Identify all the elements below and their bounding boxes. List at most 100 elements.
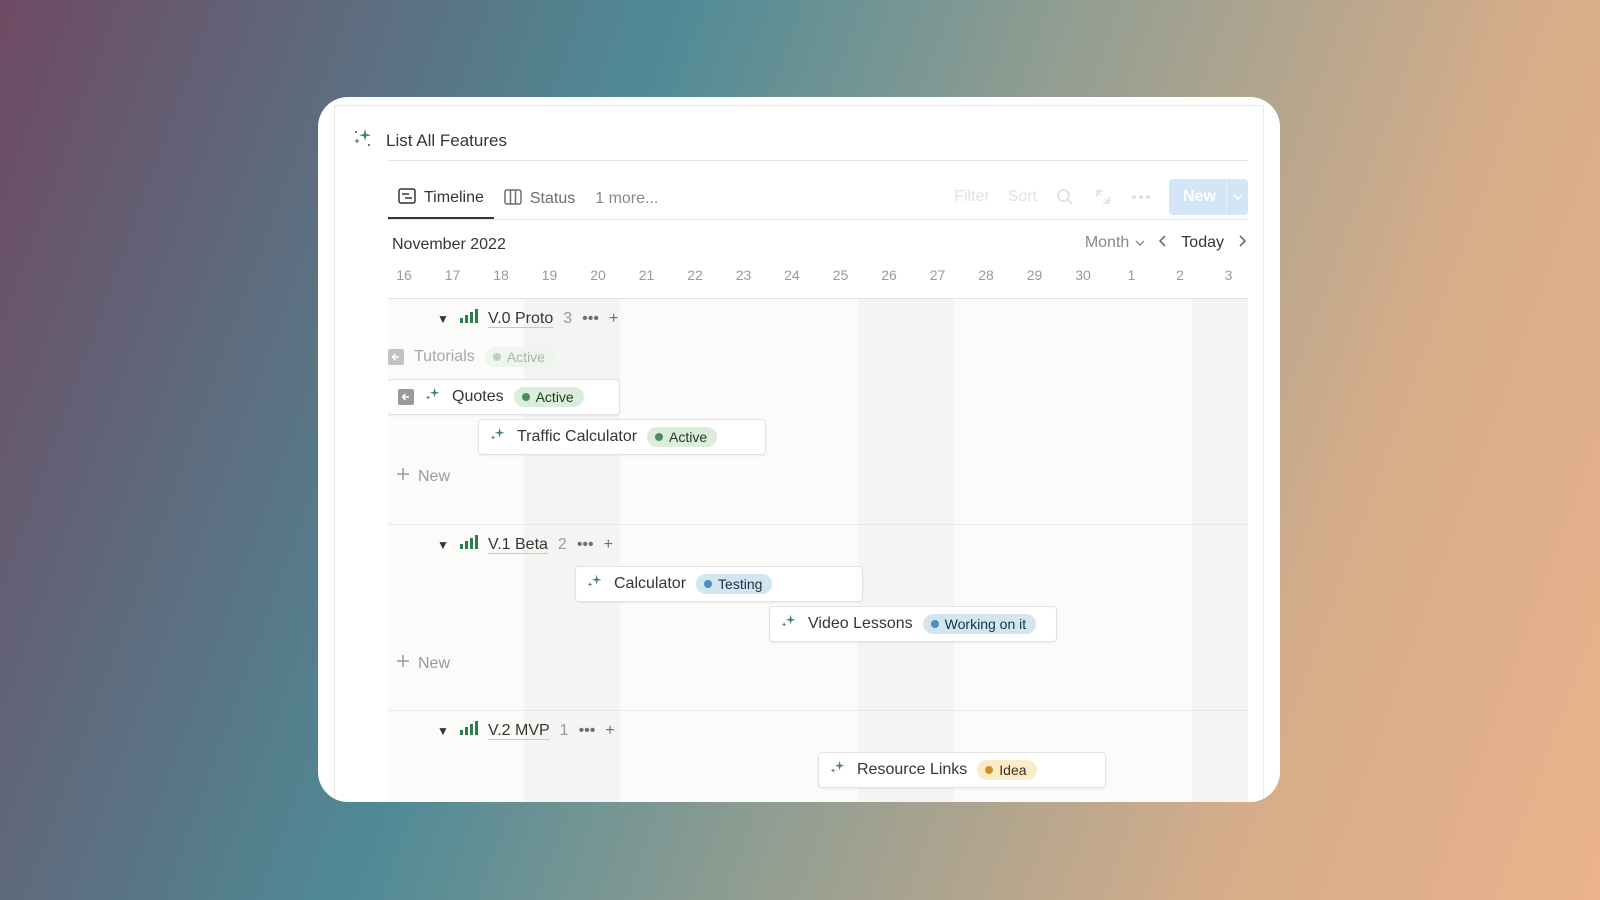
day-header-row: 16 17 18 19 20 21 22 23 24 25 26 27 28 29 30 1 2 3 xyxy=(388,267,1248,291)
plus-icon[interactable]: + xyxy=(605,722,614,740)
database-card: List All Features Timeline Status 1 more… xyxy=(318,97,1280,802)
month-label: November 2022 xyxy=(392,236,506,253)
timeline-item[interactable]: Quotes Active xyxy=(388,379,620,415)
item-title: Calculator xyxy=(614,575,687,592)
board-icon xyxy=(504,188,522,210)
sparkle-icon xyxy=(352,127,374,154)
group-header: ▼ V.2 MVP 1 ••• + xyxy=(436,721,615,740)
database-header: List All Features xyxy=(352,127,507,154)
chevron-down-icon xyxy=(1135,240,1145,246)
timeline-icon xyxy=(398,187,416,209)
more-icon[interactable]: ••• xyxy=(579,722,596,740)
page-title[interactable]: List All Features xyxy=(386,131,507,151)
sparkle-icon xyxy=(780,613,798,636)
signal-icon xyxy=(460,721,478,740)
tab-timeline[interactable]: Timeline xyxy=(388,179,494,219)
tab-more[interactable]: 1 more... xyxy=(585,179,668,219)
signal-icon xyxy=(460,309,478,328)
chevron-right-icon[interactable] xyxy=(1238,234,1247,252)
more-icon[interactable] xyxy=(1131,187,1151,207)
arrow-left-icon xyxy=(388,349,404,365)
new-button-label: New xyxy=(1183,188,1216,205)
plus-icon xyxy=(396,467,410,486)
divider xyxy=(388,524,1248,525)
toolbar: Filter Sort New xyxy=(954,179,1248,215)
weekend-column xyxy=(1192,299,1248,802)
item-title: Video Lessons xyxy=(808,615,913,632)
group-count: 1 xyxy=(559,721,569,739)
sparkle-icon xyxy=(489,426,507,449)
group-name[interactable]: V.0 Proto xyxy=(488,310,553,328)
group-count: 3 xyxy=(563,309,573,327)
expand-icon[interactable] xyxy=(1093,187,1113,207)
day-label: 1 xyxy=(1127,267,1136,283)
view-tabs: Timeline Status 1 more... xyxy=(388,179,668,219)
status-badge: Active xyxy=(513,387,584,407)
status-badge: Idea xyxy=(977,760,1037,780)
sparkle-icon xyxy=(829,759,847,782)
group-count: 2 xyxy=(557,535,567,553)
plus-icon[interactable]: + xyxy=(609,310,618,328)
group-name[interactable]: V.2 MVP xyxy=(488,722,550,740)
day-label: 22 xyxy=(687,267,703,283)
day-label: 30 xyxy=(1075,267,1091,283)
timeline-item[interactable]: Calculator Testing xyxy=(575,566,863,602)
chevron-left-icon[interactable] xyxy=(1159,234,1167,252)
signal-icon xyxy=(460,535,478,554)
more-icon[interactable]: ••• xyxy=(577,536,594,554)
group-name[interactable]: V.1 Beta xyxy=(488,536,548,554)
weekend-column xyxy=(858,299,954,802)
tab-status[interactable]: Status xyxy=(494,179,585,219)
tab-label: Status xyxy=(529,190,576,207)
more-icon[interactable]: ••• xyxy=(582,310,599,328)
item-title: Tutorials xyxy=(414,348,475,365)
collapse-triangle-icon[interactable]: ▼ xyxy=(436,724,450,738)
view-mode-select[interactable]: Month xyxy=(1085,234,1145,252)
sparkle-icon xyxy=(586,573,604,596)
chevron-down-icon[interactable] xyxy=(1226,179,1248,215)
collapse-triangle-icon[interactable]: ▼ xyxy=(436,312,450,326)
item-title: Resource Links xyxy=(857,761,968,778)
timeline-item[interactable]: Resource Links Idea xyxy=(818,752,1106,788)
day-label: 29 xyxy=(1026,267,1043,283)
group-header: ▼ V.1 Beta 2 ••• + xyxy=(436,535,613,554)
status-badge: Active xyxy=(647,427,718,447)
plus-icon[interactable]: + xyxy=(604,536,613,554)
timeline-item[interactable]: Video Lessons Working on it xyxy=(769,606,1057,642)
arrow-left-icon xyxy=(398,389,414,405)
day-label: 19 xyxy=(541,267,558,283)
today-button[interactable]: Today xyxy=(1181,234,1224,252)
day-label: 23 xyxy=(735,267,752,283)
day-label: 24 xyxy=(784,267,800,283)
filter-button[interactable]: Filter xyxy=(954,188,990,206)
day-label: 16 xyxy=(396,267,412,283)
day-label: 3 xyxy=(1224,267,1233,283)
collapse-triangle-icon[interactable]: ▼ xyxy=(436,538,450,552)
item-title: Quotes xyxy=(452,388,504,405)
status-badge: Testing xyxy=(696,574,773,594)
item-title: Traffic Calculator xyxy=(517,428,638,445)
add-item-button[interactable]: New xyxy=(396,654,450,673)
timeline-canvas[interactable]: ▼ V.0 Proto 3 ••• + Tutorials Active Quo… xyxy=(388,299,1248,802)
day-label: 25 xyxy=(832,267,849,283)
sparkle-icon xyxy=(424,386,442,409)
timeline-item[interactable]: Traffic Calculator Active xyxy=(478,419,766,455)
divider xyxy=(388,219,1248,220)
add-item-label: New xyxy=(418,654,451,672)
day-label: 28 xyxy=(978,267,994,283)
day-label: 20 xyxy=(590,267,606,283)
search-icon[interactable] xyxy=(1055,187,1075,207)
new-button[interactable]: New xyxy=(1169,179,1248,215)
view-mode-label: Month xyxy=(1084,234,1130,251)
add-item-button[interactable]: New xyxy=(396,467,450,486)
tab-label: Timeline xyxy=(424,189,484,206)
status-badge: Working on it xyxy=(922,614,1037,634)
sort-button[interactable]: Sort xyxy=(1008,188,1037,206)
day-label: 26 xyxy=(881,267,897,283)
add-item-label: New xyxy=(418,467,451,485)
status-badge: Active xyxy=(484,347,555,367)
day-label: 18 xyxy=(493,267,509,283)
timeline-item[interactable]: Tutorials Active xyxy=(388,339,588,375)
day-label: 17 xyxy=(444,267,461,283)
day-label: 21 xyxy=(638,267,655,283)
